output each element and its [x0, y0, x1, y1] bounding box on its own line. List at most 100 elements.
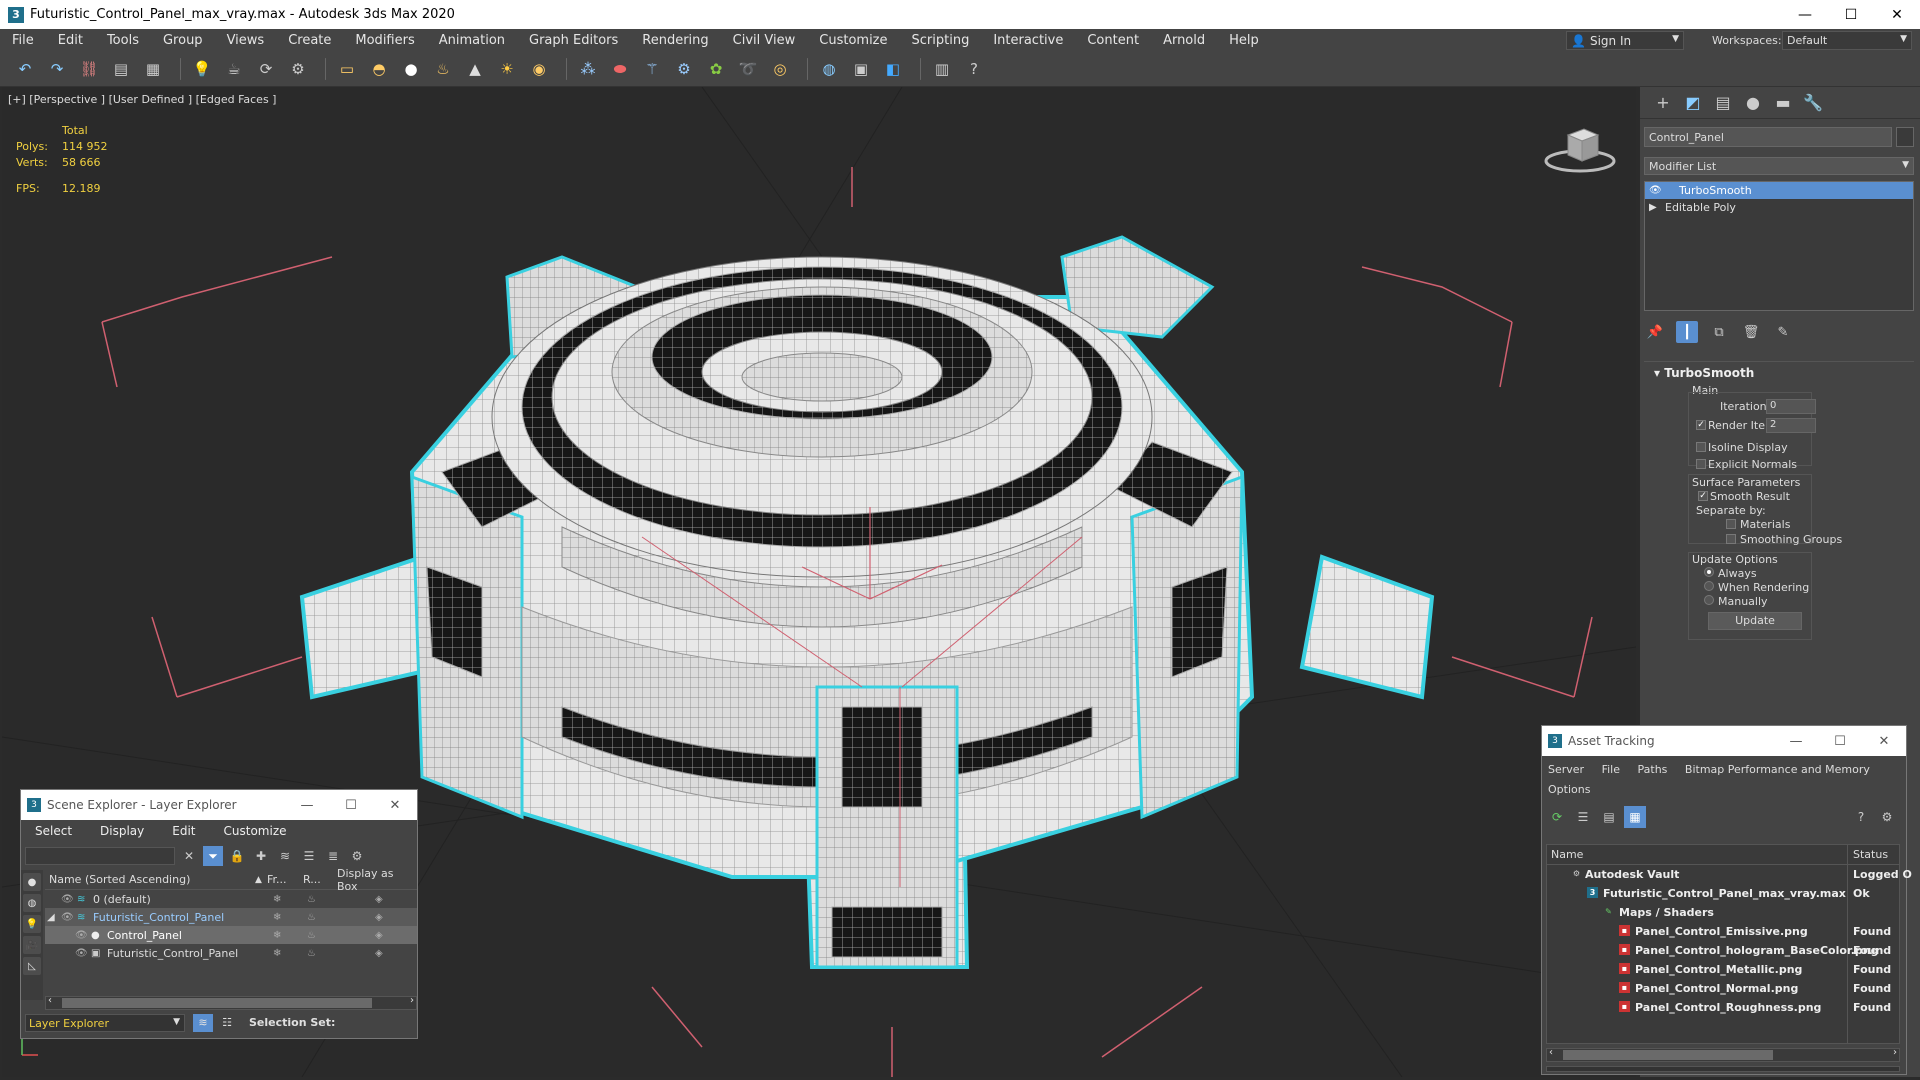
close-button[interactable]: ✕	[1862, 726, 1906, 756]
select-link-icon[interactable]: ⛓	[76, 56, 102, 82]
freeze-icon[interactable]: ❄	[273, 894, 281, 905]
sign-in-dropdown[interactable]: 👤 Sign In ▼	[1566, 31, 1684, 50]
shell-icon[interactable]: ◎	[767, 56, 793, 82]
at-menu-bitmap[interactable]: Bitmap Performance and Memory	[1685, 763, 1870, 776]
stack-item-editable-poly[interactable]: ▶ Editable Poly	[1645, 199, 1913, 216]
render-teapot-icon[interactable]: ♨	[307, 912, 316, 923]
hierarchy-mode-icon[interactable]: ☷	[217, 1014, 237, 1032]
tree-row[interactable]: 👁 ≋ 0 (default) ❄ ♨ ◈	[45, 890, 417, 908]
gear-icon[interactable]: ⚙	[671, 56, 697, 82]
display-objects-icon[interactable]: ●	[23, 873, 41, 891]
box-toggle-icon[interactable]: ◈	[375, 894, 383, 905]
remove-modifier-icon[interactable]: 🗑	[1740, 321, 1762, 343]
menu-arnold[interactable]: Arnold	[1151, 33, 1217, 48]
asset-row[interactable]: ▪ Panel_Control_Metallic.png Found	[1547, 960, 1899, 979]
show-end-result-icon[interactable]: ┃	[1676, 321, 1698, 343]
menu-tools[interactable]: Tools	[95, 33, 151, 48]
scene-search-input[interactable]	[25, 847, 175, 865]
close-button[interactable]: ✕	[373, 790, 417, 820]
expand-triangle-icon[interactable]: ◢	[47, 912, 55, 923]
materials-checkbox[interactable]	[1726, 519, 1736, 529]
asset-path-field[interactable]	[1546, 1066, 1900, 1072]
column-render-header[interactable]: R...	[303, 873, 321, 886]
tree-row[interactable]: ◢ 👁 ≋ Futuristic_Control_Panel ❄ ♨ ◈	[45, 908, 417, 926]
minimize-button[interactable]: —	[1782, 0, 1828, 29]
scene-explorer-titlebar[interactable]: 3 Scene Explorer - Layer Explorer — ☐ ✕	[21, 790, 417, 820]
menu-civil-view[interactable]: Civil View	[721, 33, 808, 48]
scroll-left-icon[interactable]: ‹	[1549, 1047, 1553, 1058]
asset-row[interactable]: ▪ Panel_Control_hologram_BaseColor.png F…	[1547, 941, 1899, 960]
help-icon[interactable]: ?	[1850, 806, 1872, 828]
utilities-tab-icon[interactable]: 🔧	[1798, 90, 1828, 116]
isoline-display-checkbox[interactable]	[1696, 442, 1706, 452]
expand-triangle-icon[interactable]: ▶	[1649, 202, 1665, 213]
asset-row[interactable]: ⚙ Autodesk Vault Logged O	[1547, 865, 1912, 884]
manage-icon[interactable]: ▥	[929, 56, 955, 82]
unlink-icon[interactable]: ▤	[108, 56, 134, 82]
sun-icon[interactable]: ☀	[494, 56, 520, 82]
scroll-right-icon[interactable]: ›	[410, 995, 414, 1006]
maximize-button[interactable]: ☐	[1818, 726, 1862, 756]
iterations-spinner[interactable]: 0	[1766, 399, 1816, 414]
render-iters-checkbox[interactable]: ✓	[1696, 420, 1706, 430]
at-menu-server[interactable]: Server	[1548, 763, 1584, 776]
menu-file[interactable]: File	[0, 33, 46, 48]
menu-views[interactable]: Views	[215, 33, 277, 48]
manually-radio[interactable]	[1704, 595, 1714, 605]
menu-group[interactable]: Group	[151, 33, 215, 48]
column-freeze-header[interactable]: Fr...	[267, 873, 287, 886]
eye-icon[interactable]: 👁	[75, 930, 88, 941]
column-box-header[interactable]: Display as Box	[337, 867, 417, 893]
viewport-label[interactable]: [+] [Perspective ] [User Defined ] [Edge…	[8, 93, 276, 106]
asset-row[interactable]: ▪ Panel_Control_Normal.png Found	[1547, 979, 1899, 998]
sphere-icon[interactable]: ●	[398, 56, 424, 82]
add-layer-icon[interactable]: ✚	[251, 846, 271, 866]
clear-search-icon[interactable]: ✕	[179, 846, 199, 866]
minimize-button[interactable]: —	[1774, 726, 1818, 756]
workspaces-dropdown[interactable]: Default ▼	[1782, 31, 1912, 50]
column-status-header[interactable]: Status	[1853, 848, 1888, 861]
grass-icon[interactable]: ✿	[703, 56, 729, 82]
list-view-icon[interactable]: ☰	[1572, 806, 1594, 828]
box-toggle-icon[interactable]: ◈	[375, 948, 383, 959]
eye-icon[interactable]: 👁	[61, 894, 74, 905]
display-geometry-icon[interactable]: ◍	[23, 894, 41, 912]
box-icon[interactable]: ▭	[334, 56, 360, 82]
box-toggle-icon[interactable]: ◈	[375, 930, 383, 941]
render-setup-icon[interactable]: ⚙	[285, 56, 311, 82]
at-menu-file[interactable]: File	[1602, 763, 1620, 776]
se-menu-edit[interactable]: Edit	[158, 824, 209, 838]
menu-animation[interactable]: Animation	[427, 33, 517, 48]
update-button[interactable]: Update	[1708, 612, 1802, 630]
menu-modifiers[interactable]: Modifiers	[343, 33, 426, 48]
scrollbar-thumb[interactable]	[1563, 1050, 1773, 1060]
render-teapot-icon[interactable]: ♨	[307, 948, 316, 959]
rollout-title[interactable]: ▾ TurboSmooth	[1644, 362, 1914, 384]
eye-icon[interactable]: 👁	[75, 948, 88, 959]
render-icon[interactable]: ◧	[880, 56, 906, 82]
at-menu-options[interactable]: Options	[1548, 783, 1590, 796]
render-teapot-icon[interactable]: ♨	[307, 930, 316, 941]
tree-row[interactable]: 👁 ● Control_Panel ❄ ♨ ◈	[45, 926, 417, 944]
settings-icon[interactable]: ⚙	[347, 846, 367, 866]
menu-edit[interactable]: Edit	[46, 33, 95, 48]
explicit-normals-checkbox[interactable]	[1696, 459, 1706, 469]
make-unique-icon[interactable]: ⧉	[1708, 321, 1730, 343]
detail-view-icon[interactable]: ▤	[1598, 806, 1620, 828]
rotate-icon[interactable]: ⟳	[253, 56, 279, 82]
display-helpers-icon[interactable]: ◺	[23, 957, 41, 975]
tree-row[interactable]: 👁 ▣ Futuristic_Control_Panel ❄ ♨ ◈	[45, 944, 417, 962]
menu-create[interactable]: Create	[276, 33, 343, 48]
freeze-icon[interactable]: ❄	[273, 930, 281, 941]
globe-icon[interactable]: ◍	[816, 56, 842, 82]
table-view-icon[interactable]: ▦	[1624, 806, 1646, 828]
maximize-button[interactable]: ☐	[329, 790, 373, 820]
se-menu-customize[interactable]: Customize	[210, 824, 301, 838]
se-menu-select[interactable]: Select	[21, 824, 86, 838]
menu-help[interactable]: Help	[1217, 33, 1271, 48]
eye-icon[interactable]: 👁	[61, 912, 74, 923]
layers-icon[interactable]: ≋	[275, 846, 295, 866]
when-rendering-radio[interactable]	[1704, 581, 1714, 591]
modify-tab-icon[interactable]: ◩	[1678, 90, 1708, 116]
display-lights-icon[interactable]: 💡	[23, 915, 41, 933]
